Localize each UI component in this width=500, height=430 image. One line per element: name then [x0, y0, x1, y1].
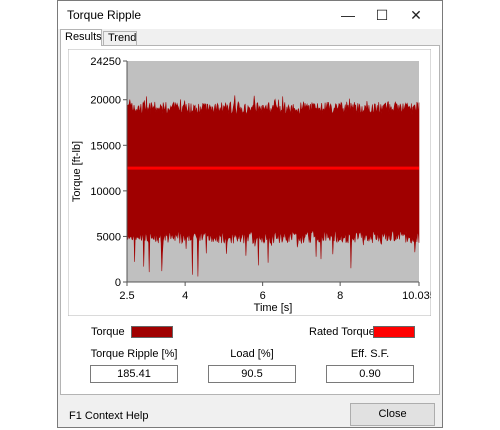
legend-rated-swatch: [373, 326, 415, 338]
torque-ripple-value: 185.41: [90, 365, 178, 383]
window-title: Torque Ripple: [67, 8, 142, 22]
x-tick-label: 10.035: [402, 290, 431, 302]
legend-torque-label: Torque: [91, 326, 125, 338]
x-axis-label: Time [s]: [254, 302, 293, 314]
minimize-icon: —: [341, 7, 355, 23]
torque-ripple-label: Torque Ripple [%]: [90, 348, 178, 360]
close-button[interactable]: Close: [350, 403, 435, 426]
y-tick-label: 5000: [97, 231, 121, 243]
load-label: Load [%]: [230, 348, 274, 360]
close-icon: ✕: [410, 6, 422, 23]
x-tick-label: 6: [260, 290, 266, 302]
y-tick-label: 20000: [90, 95, 121, 107]
y-tick-label: 10000: [90, 186, 121, 198]
y-axis-label: Torque [ft-lb]: [71, 141, 83, 202]
f1-context-help: F1 Context Help: [69, 410, 149, 422]
results-tab-page: 0 5000 10000 15000 20000 24250 2.5 4 6 8 10.035 Tim…: [60, 45, 440, 395]
y-tick-label: 24250: [90, 56, 121, 68]
legend-torque-swatch: [131, 326, 173, 338]
eff-sf-value: 0.90: [326, 365, 414, 383]
legend-rated-label: Rated Torque: [309, 326, 375, 338]
x-tick-label: 2.5: [119, 290, 134, 302]
title-bar[interactable]: Torque Ripple — ☐ ✕: [58, 1, 442, 29]
load-value: 90.5: [208, 365, 296, 383]
x-tick-label: 4: [182, 290, 188, 302]
close-window-button[interactable]: ✕: [399, 1, 433, 29]
maximize-button[interactable]: ☐: [365, 1, 399, 29]
tab-trend[interactable]: Trend: [103, 31, 137, 45]
torque-chart: 0 5000 10000 15000 20000 24250 2.5 4 6 8 10.035 Tim…: [68, 49, 431, 316]
eff-sf-label: Eff. S.F.: [350, 348, 390, 360]
tab-results[interactable]: Results: [60, 29, 102, 46]
maximize-icon: ☐: [375, 6, 389, 23]
y-tick-label: 15000: [90, 140, 121, 152]
y-tick-label: 0: [115, 277, 121, 289]
torque-ripple-window: Torque Ripple — ☐ ✕ Results Trend 0 5000 1…: [57, 0, 443, 428]
x-tick-label: 8: [337, 290, 343, 302]
tab-strip: Results Trend: [58, 29, 442, 46]
minimize-button[interactable]: —: [331, 1, 365, 29]
